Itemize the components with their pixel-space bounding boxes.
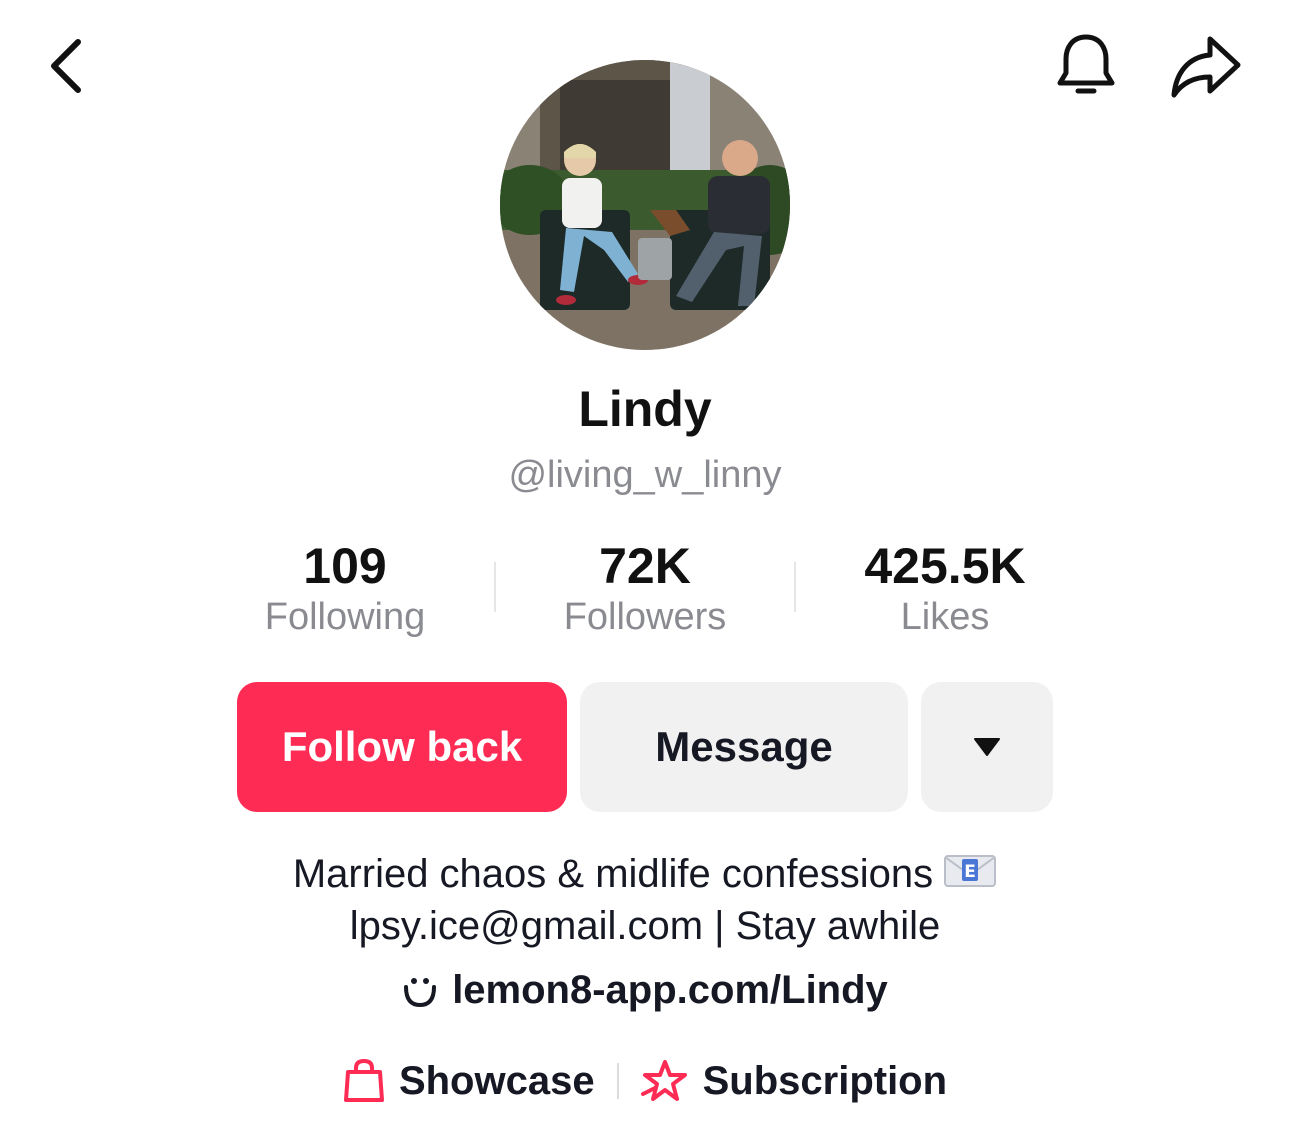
caret-down-icon [974,738,1000,756]
message-button[interactable]: Message [580,682,908,812]
stat-followers[interactable]: 72K Followers [495,538,795,640]
likes-count: 425.5K [864,538,1026,594]
following-count: 109 [303,538,387,594]
subscription-button[interactable]: Subscription [640,1058,948,1104]
profile-link-text: lemon8-app.com/Lindy [452,968,888,1012]
shopping-bag-icon [343,1058,384,1102]
likes-label: Likes [900,596,990,638]
profile-extras-row: Showcase Subscription [0,1058,1290,1104]
bottom-divider [616,1063,619,1099]
stat-likes[interactable]: 425.5K Likes [795,538,1095,640]
share-button[interactable] [1166,30,1246,102]
chevron-left-icon [51,39,81,93]
avatar-photo [500,60,790,350]
followers-label: Followers [563,596,727,638]
username-handle: @living_w_linny [508,454,782,496]
more-options-button[interactable] [921,682,1053,812]
display-name: Lindy [578,381,712,437]
notification-bell-button[interactable] [1050,28,1122,104]
star-subscription-icon [640,1060,687,1101]
follow-back-button[interactable]: Follow back [237,682,567,812]
bio-line-1: Married chaos & midlife confessions E [0,848,1290,902]
stat-following[interactable]: 109 Following [195,538,495,640]
envelope-icon: E [943,850,997,902]
share-arrow-icon [1171,36,1241,98]
bell-icon [1057,34,1115,94]
bio-text-1: Married chaos & midlife confessions [292,852,934,896]
subscription-label: Subscription [702,1058,948,1103]
followers-count: 72K [599,538,691,594]
svg-text:E: E [964,862,976,882]
following-label: Following [264,596,426,638]
showcase-button[interactable]: Showcase [343,1058,595,1104]
lemon8-smile-icon [404,977,437,1007]
showcase-label: Showcase [398,1058,595,1103]
back-button[interactable] [34,30,98,102]
bio-line-2: lpsy.ice@gmail.com | Stay awhile [349,904,941,948]
profile-link[interactable]: lemon8-app.com/Lindy [0,968,1290,1013]
profile-avatar[interactable] [500,60,790,350]
